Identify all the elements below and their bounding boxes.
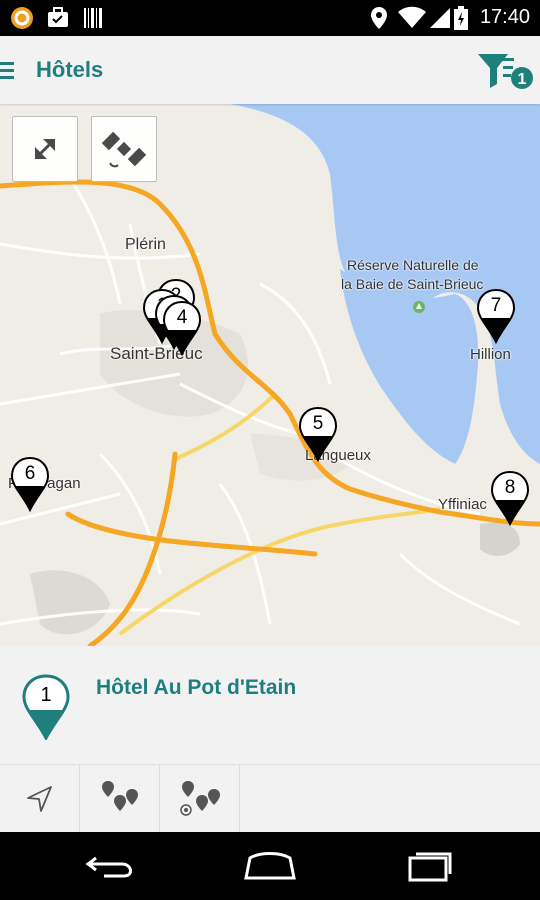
map-view[interactable]: Plérin Saint-Brieuc Réserve Naturelle de…: [0, 104, 540, 646]
markers-near-me-icon: [179, 781, 220, 816]
filter-icon: 1: [478, 54, 533, 89]
home-icon: [244, 852, 296, 880]
map-label-reserve-line2: la Baie de Saint-Brieuc: [341, 276, 484, 292]
hotel-marker-8[interactable]: 8: [490, 470, 530, 526]
fullscreen-button[interactable]: [12, 116, 78, 182]
hotel-marker-6[interactable]: 6: [10, 456, 50, 512]
fullscreen-icon: [35, 139, 55, 159]
hotel-marker-5[interactable]: 5: [298, 406, 338, 462]
status-bar: 17:40: [0, 0, 540, 36]
briefcase-icon: [48, 7, 68, 27]
back-icon: [85, 856, 132, 878]
recent-apps-button[interactable]: [400, 846, 460, 886]
satellite-icon: [101, 131, 147, 168]
filter-count-badge: 1: [518, 71, 527, 88]
location-pin-icon: [371, 7, 387, 29]
satellite-button[interactable]: [91, 116, 157, 182]
selected-hotel-panel[interactable]: 1 Hôtel Au Pot d'Etain: [0, 646, 540, 764]
all-markers-button[interactable]: [80, 765, 160, 833]
map-label-yffiniac: Yffiniac: [438, 496, 487, 513]
home-button[interactable]: [240, 846, 300, 886]
navigate-icon: [26, 786, 52, 812]
map-label-reserve-line1: Réserve Naturelle de: [347, 257, 479, 273]
map-background: [0, 104, 540, 646]
navigate-button[interactable]: [0, 765, 80, 833]
menu-icon[interactable]: [0, 60, 16, 80]
map-label-plerin: Plérin: [125, 236, 166, 253]
selected-hotel-name[interactable]: Hôtel Au Pot d'Etain: [96, 676, 296, 700]
clock: 17:40: [479, 6, 530, 28]
hotel-marker-4[interactable]: 4: [162, 300, 202, 356]
map-label-hillion: Hillion: [470, 346, 511, 363]
app-bar: Hôtels 1: [0, 36, 540, 104]
back-button[interactable]: [82, 846, 142, 886]
wifi-icon: [398, 6, 426, 28]
page-title: Hôtels: [36, 57, 104, 82]
cell-signal-icon: [430, 8, 450, 28]
nature-reserve-icon: [413, 301, 425, 313]
hotel-marker-7[interactable]: 7: [476, 288, 516, 344]
barcode-icon: [84, 8, 102, 28]
filter-button[interactable]: 1: [476, 50, 534, 94]
recent-apps-icon: [408, 852, 452, 882]
all-markers-icon: [101, 781, 138, 811]
system-nav-bar: [0, 832, 540, 900]
battery-icon: [454, 6, 468, 30]
markers-near-me-button[interactable]: [160, 765, 240, 833]
app-notification-icon: [11, 7, 33, 29]
selected-hotel-marker: 1: [22, 674, 70, 742]
bottom-toolbar: [0, 764, 540, 833]
